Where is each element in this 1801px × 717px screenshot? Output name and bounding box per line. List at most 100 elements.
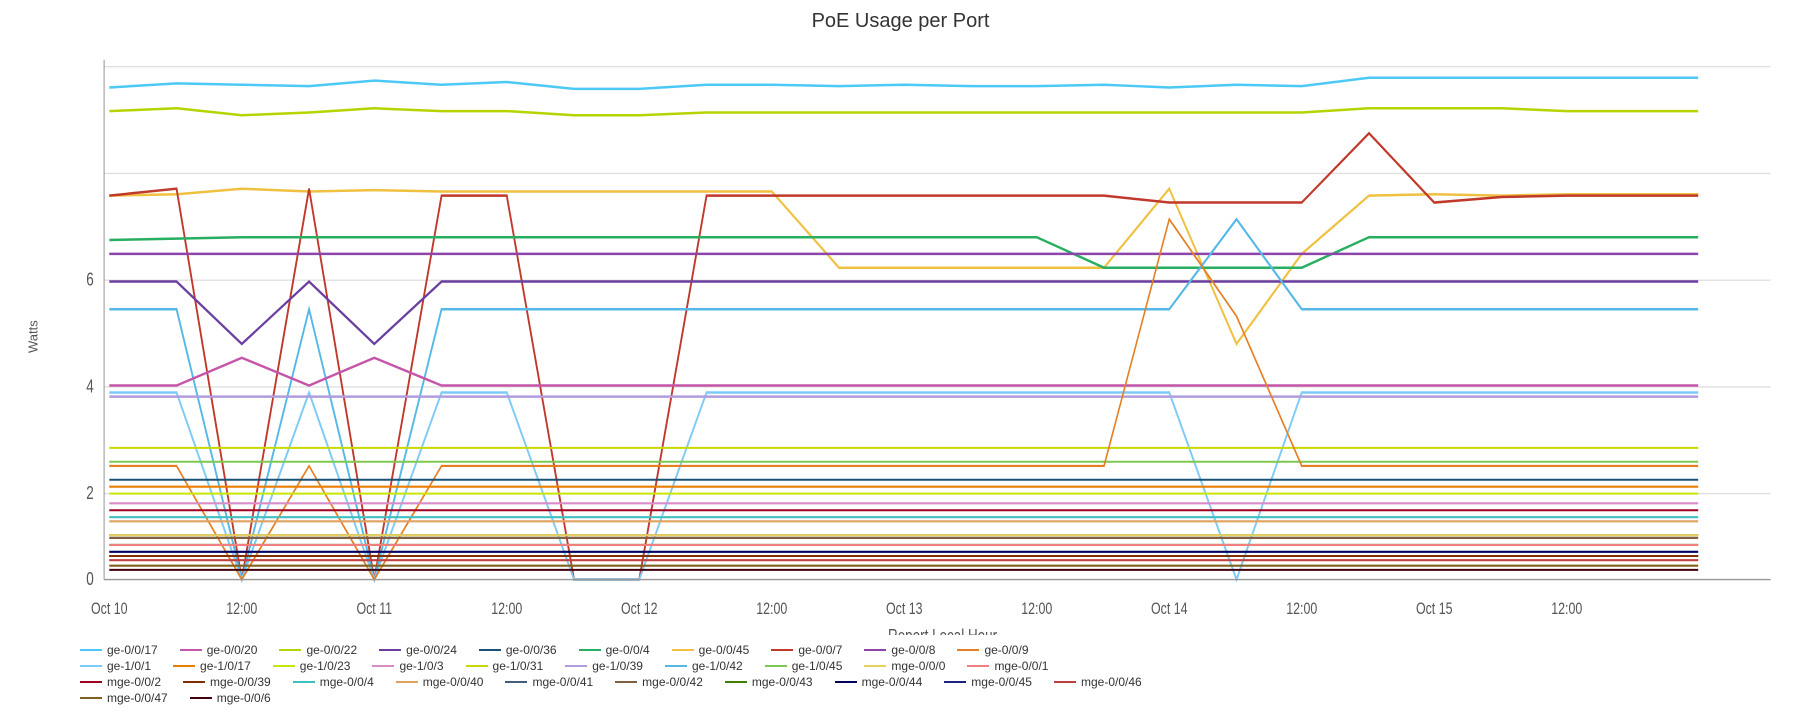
legend-item: mge-0/0/44 bbox=[835, 675, 923, 689]
legend-item: ge-1/0/39 bbox=[565, 659, 643, 673]
legend-item: mge-0/0/43 bbox=[725, 675, 813, 689]
legend-line-swatch bbox=[665, 665, 687, 667]
legend-line-swatch bbox=[80, 681, 102, 683]
legend-label: ge-0/0/20 bbox=[207, 643, 258, 657]
legend-item: mge-0/0/40 bbox=[396, 675, 484, 689]
svg-text:12:00: 12:00 bbox=[226, 601, 257, 619]
legend-label: ge-0/0/36 bbox=[506, 643, 557, 657]
legend-item: ge-0/0/17 bbox=[80, 643, 158, 657]
legend-item: ge-0/0/24 bbox=[379, 643, 457, 657]
legend-item: ge-0/0/9 bbox=[957, 643, 1028, 657]
legend-item: mge-0/0/46 bbox=[1054, 675, 1142, 689]
svg-text:12:00: 12:00 bbox=[756, 601, 787, 619]
legend-label: ge-0/0/45 bbox=[699, 643, 750, 657]
legend-line-swatch bbox=[771, 649, 793, 651]
legend-line-swatch bbox=[505, 681, 527, 683]
svg-text:2: 2 bbox=[86, 484, 94, 503]
svg-text:Oct 11: Oct 11 bbox=[356, 601, 392, 619]
svg-text:Oct 10: Oct 10 bbox=[91, 601, 128, 619]
legend-label: mge-0/0/47 bbox=[107, 691, 168, 705]
chart-title: PoE Usage per Port bbox=[812, 10, 990, 33]
legend-line-swatch bbox=[293, 681, 315, 683]
legend-item: ge-1/0/3 bbox=[372, 659, 443, 673]
legend-item: mge-0/0/41 bbox=[505, 675, 593, 689]
svg-text:Report Local Hour: Report Local Hour bbox=[888, 627, 998, 635]
legend-row: ge-0/0/17 ge-0/0/20 ge-0/0/22 ge-0/0/24 ge-0… bbox=[80, 643, 1721, 657]
chart-container: PoE Usage per Port Watts 0 2 4 6 Oct 10 … bbox=[0, 0, 1801, 717]
legend-line-swatch bbox=[864, 665, 886, 667]
legend-line-swatch bbox=[944, 681, 966, 683]
legend-label: mge-0/0/42 bbox=[642, 675, 703, 689]
legend-item: ge-0/0/22 bbox=[279, 643, 357, 657]
svg-text:Oct 13: Oct 13 bbox=[886, 601, 923, 619]
legend-label: ge-0/0/8 bbox=[891, 643, 935, 657]
svg-text:12:00: 12:00 bbox=[491, 601, 522, 619]
legend-line-swatch bbox=[396, 681, 418, 683]
legend-line-swatch bbox=[479, 649, 501, 651]
legend-line-swatch bbox=[765, 665, 787, 667]
legend-item: mge-0/0/6 bbox=[190, 691, 271, 705]
legend-item: ge-0/0/36 bbox=[479, 643, 557, 657]
legend-line-swatch bbox=[725, 681, 747, 683]
legend-line-swatch bbox=[864, 649, 886, 651]
legend-label: mge-0/0/2 bbox=[107, 675, 161, 689]
svg-text:12:00: 12:00 bbox=[1021, 601, 1052, 619]
legend-label: ge-0/0/24 bbox=[406, 643, 457, 657]
svg-text:12:00: 12:00 bbox=[1551, 601, 1582, 619]
legend-line-swatch bbox=[372, 665, 394, 667]
legend-line-swatch bbox=[957, 649, 979, 651]
legend-label: ge-1/0/42 bbox=[692, 659, 743, 673]
legend-item: mge-0/0/47 bbox=[80, 691, 168, 705]
legend-label: ge-1/0/17 bbox=[200, 659, 251, 673]
legend-line-swatch bbox=[615, 681, 637, 683]
legend-item: ge-1/0/31 bbox=[466, 659, 544, 673]
legend-line-swatch bbox=[1054, 681, 1076, 683]
legend-row: mge-0/0/2 mge-0/0/39 mge-0/0/4 mge-0/0/40 mg… bbox=[80, 675, 1721, 689]
legend-line-swatch bbox=[80, 697, 102, 699]
legend-row: ge-1/0/1ge-1/0/17ge-1/0/23ge-1/0/3ge-1/0… bbox=[80, 659, 1721, 673]
legend-line-swatch bbox=[183, 681, 205, 683]
legend-line-swatch bbox=[180, 649, 202, 651]
legend-item: ge-0/0/8 bbox=[864, 643, 935, 657]
svg-text:12:00: 12:00 bbox=[1286, 601, 1317, 619]
legend-line-swatch bbox=[466, 665, 488, 667]
legend-label: ge-0/0/17 bbox=[107, 643, 158, 657]
legend-item: mge-0/0/4 bbox=[293, 675, 374, 689]
y-axis-label: Watts bbox=[20, 39, 42, 635]
legend-label: ge-1/0/3 bbox=[399, 659, 443, 673]
legend-item: mge-0/0/39 bbox=[183, 675, 271, 689]
legend-line-swatch bbox=[579, 649, 601, 651]
legend-label: ge-1/0/45 bbox=[792, 659, 843, 673]
legend-line-swatch bbox=[279, 649, 301, 651]
legend-label: mge-0/0/43 bbox=[752, 675, 813, 689]
svg-text:Oct 14: Oct 14 bbox=[1151, 601, 1188, 619]
legend-line-swatch bbox=[173, 665, 195, 667]
legend-line-swatch bbox=[835, 681, 857, 683]
svg-text:Oct 12: Oct 12 bbox=[621, 601, 658, 619]
legend-label: mge-0/0/4 bbox=[320, 675, 374, 689]
legend-label: mge-0/0/41 bbox=[532, 675, 593, 689]
legend-label: mge-0/0/39 bbox=[210, 675, 271, 689]
legend-area: ge-0/0/17 ge-0/0/20 ge-0/0/22 ge-0/0/24 ge-0… bbox=[20, 635, 1781, 707]
legend-line-swatch bbox=[379, 649, 401, 651]
legend-item: ge-0/0/20 bbox=[180, 643, 258, 657]
legend-label: ge-0/0/4 bbox=[606, 643, 650, 657]
svg-text:4: 4 bbox=[86, 378, 94, 397]
chart-area-wrapper: Watts 0 2 4 6 Oct 10 12:00 Oct 11 12:00 … bbox=[20, 39, 1781, 635]
legend-label: ge-0/0/22 bbox=[306, 643, 357, 657]
legend-row: mge-0/0/47 mge-0/0/6 bbox=[80, 691, 1721, 705]
legend-item: ge-0/0/7 bbox=[771, 643, 842, 657]
legend-item: ge-1/0/17 bbox=[173, 659, 251, 673]
legend-label: ge-0/0/7 bbox=[798, 643, 842, 657]
svg-text:0: 0 bbox=[86, 570, 94, 589]
svg-text:Oct 15: Oct 15 bbox=[1416, 601, 1453, 619]
legend-label: ge-0/0/9 bbox=[984, 643, 1028, 657]
legend-line-swatch bbox=[967, 665, 989, 667]
legend-item: ge-1/0/1 bbox=[80, 659, 151, 673]
legend-item: ge-1/0/42 bbox=[665, 659, 743, 673]
legend-line-swatch bbox=[80, 665, 102, 667]
legend-label: mge-0/0/1 bbox=[994, 659, 1048, 673]
legend-line-swatch bbox=[80, 649, 102, 651]
legend-label: ge-1/0/1 bbox=[107, 659, 151, 673]
svg-text:6: 6 bbox=[86, 271, 94, 290]
